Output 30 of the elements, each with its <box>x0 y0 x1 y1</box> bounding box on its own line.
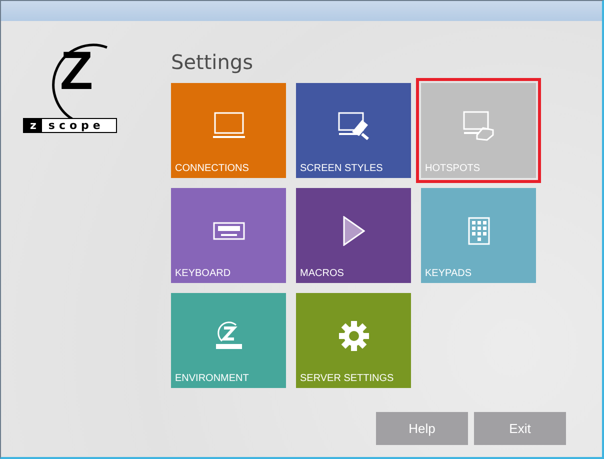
monitor-icon <box>212 112 244 140</box>
page-title: Settings <box>171 50 254 74</box>
tile-label: HOTSPOTS <box>424 162 480 176</box>
logo-wordmark: scope <box>42 119 116 132</box>
settings-tile[interactable]: KEYPADS <box>416 183 541 288</box>
exit-button[interactable]: Exit <box>474 412 566 445</box>
settings-tile[interactable]: SERVER SETTINGS <box>291 288 416 393</box>
help-button[interactable]: Help <box>376 412 468 445</box>
settings-tile[interactable]: CONNECTIONS <box>166 78 291 183</box>
settings-tile[interactable]: ENVIRONMENT <box>166 288 291 393</box>
tile-label: SCREEN STYLES <box>299 162 383 176</box>
tile-label: ENVIRONMENT <box>174 372 249 386</box>
logo-badge-letter: z <box>24 119 42 132</box>
keyboard-icon <box>212 222 244 240</box>
tile-label: KEYBOARD <box>174 267 231 281</box>
monitor-brush-icon <box>338 112 370 140</box>
tile-label: SERVER SETTINGS <box>299 372 394 386</box>
logo-letter: Z <box>60 44 93 98</box>
logo-icon <box>214 320 244 350</box>
monitor-key-icon <box>462 110 494 140</box>
gear-icon <box>338 320 370 352</box>
tile-label: CONNECTIONS <box>174 162 249 176</box>
tile-label: MACROS <box>299 267 344 281</box>
settings-tile[interactable]: MACROS <box>291 183 416 288</box>
settings-tile[interactable]: SCREEN STYLES <box>291 78 416 183</box>
keypad-icon <box>468 216 490 244</box>
settings-tile[interactable]: HOTSPOTS <box>416 78 541 183</box>
play-icon <box>342 216 364 246</box>
tile-label: KEYPADS <box>424 267 472 281</box>
settings-tile[interactable]: KEYBOARD <box>166 183 291 288</box>
